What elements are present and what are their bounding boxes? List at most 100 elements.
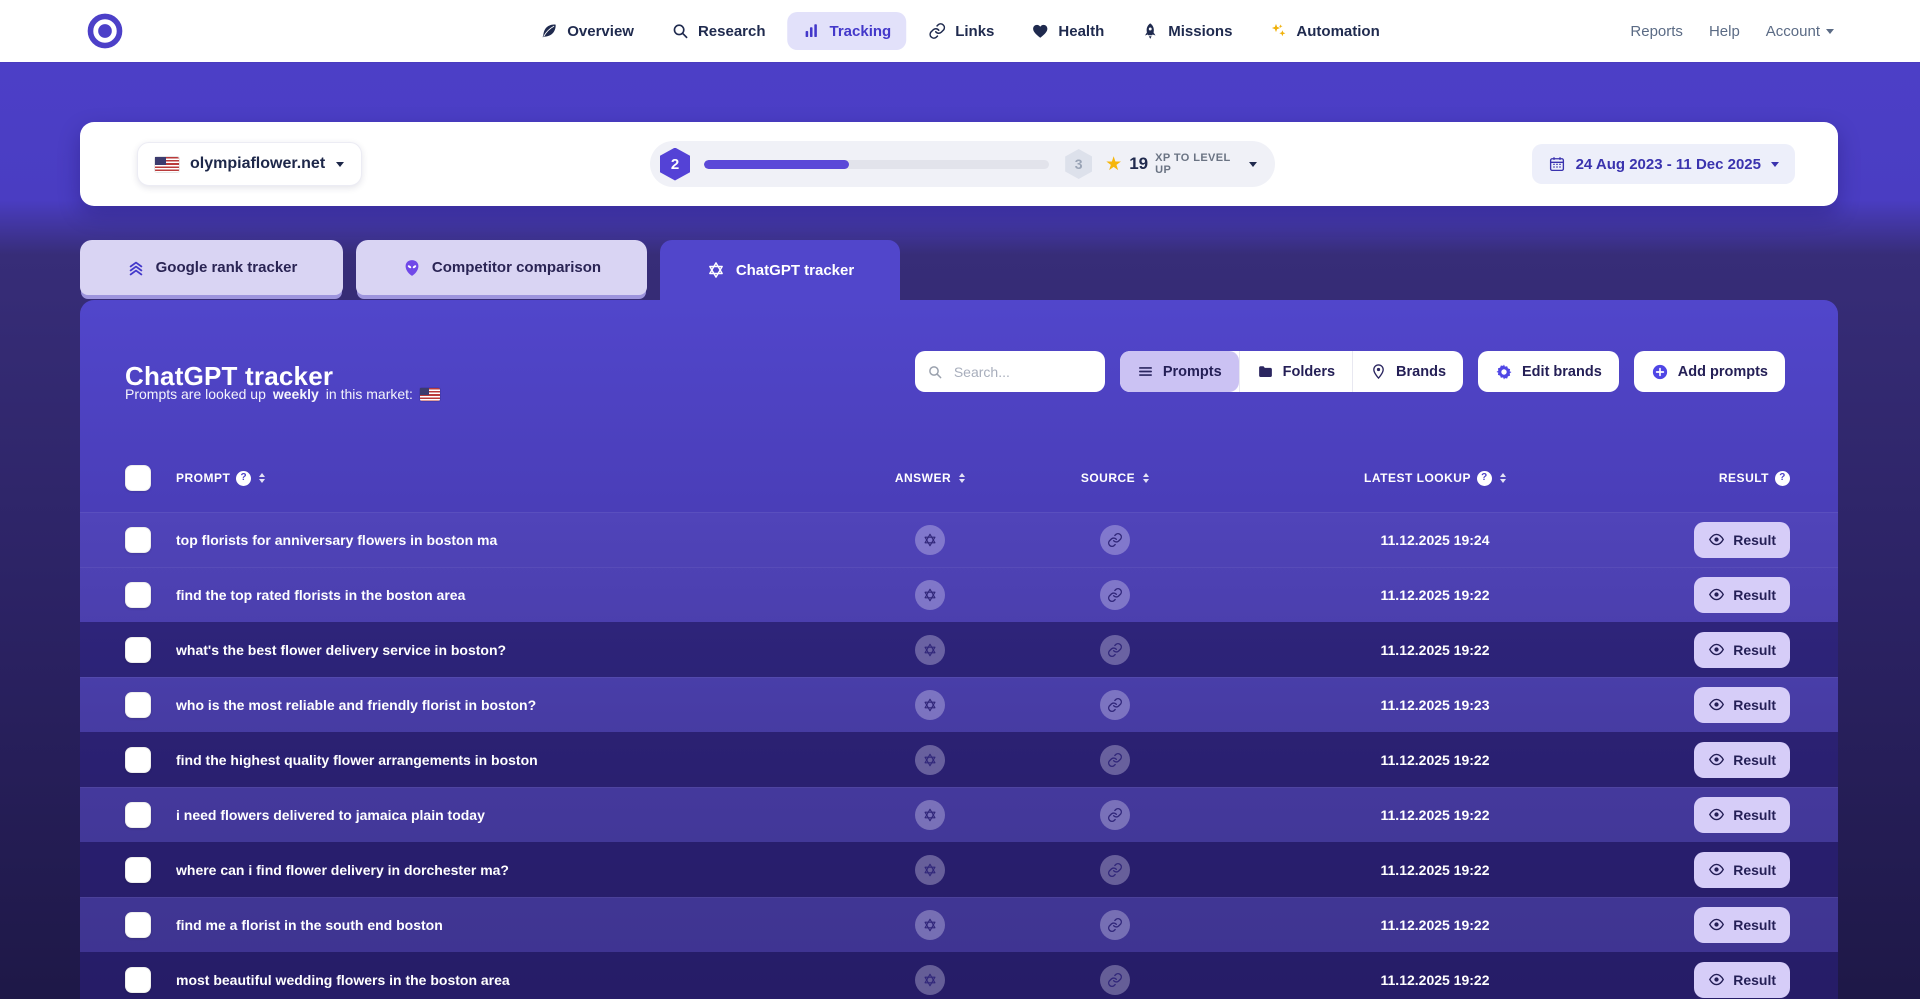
result-button-label: Result [1733, 697, 1776, 713]
eye-icon [1708, 696, 1725, 713]
sort-toggle[interactable] [1500, 473, 1506, 483]
eye-icon [1708, 861, 1725, 878]
result-button[interactable]: Result [1694, 907, 1790, 943]
brand-logo-icon[interactable] [84, 10, 126, 52]
sort-toggle[interactable] [1143, 473, 1149, 483]
prompt-text: i need flowers delivered to jamaica plai… [170, 807, 845, 823]
chatgpt-answer-icon[interactable] [915, 690, 945, 720]
date-range-picker[interactable]: 24 Aug 2023 - 11 Dec 2025 [1532, 144, 1795, 184]
source-link-icon[interactable] [1100, 525, 1130, 555]
result-button[interactable]: Result [1694, 632, 1790, 668]
reports-link[interactable]: Reports [1630, 23, 1683, 40]
result-button-label: Result [1733, 587, 1776, 603]
chatgpt-answer-icon[interactable] [915, 965, 945, 995]
eye-icon [1708, 916, 1725, 933]
eye-icon [1708, 806, 1725, 823]
result-button[interactable]: Result [1694, 522, 1790, 558]
source-link-icon[interactable] [1100, 635, 1130, 665]
col-header-result: RESULT [1719, 471, 1769, 485]
openai-icon [706, 260, 726, 280]
chatgpt-answer-icon[interactable] [915, 910, 945, 940]
chatgpt-tracker-panel: ChatGPT tracker Prompts are looked up we… [80, 300, 1838, 999]
source-link-icon[interactable] [1100, 800, 1130, 830]
prompt-text: find the top rated florists in the bosto… [170, 587, 845, 603]
result-button-label: Result [1733, 917, 1776, 933]
tab-chatgpt-tracker[interactable]: ChatGPT tracker [660, 240, 900, 300]
latest-lookup-time: 11.12.2025 19:22 [1215, 642, 1655, 658]
chevron-down-icon [1771, 162, 1779, 167]
prompt-text: find me a florist in the south end bosto… [170, 917, 845, 933]
source-link-icon[interactable] [1100, 910, 1130, 940]
tab-google-rank-tracker[interactable]: Google rank tracker [80, 240, 343, 295]
table-row: find me a florist in the south end bosto… [80, 897, 1838, 952]
source-link-icon[interactable] [1100, 855, 1130, 885]
chatgpt-answer-icon[interactable] [915, 580, 945, 610]
chatgpt-answer-icon[interactable] [915, 745, 945, 775]
view-folders[interactable]: Folders [1239, 351, 1352, 392]
row-checkbox[interactable] [125, 747, 151, 773]
latest-lookup-time: 11.12.2025 19:22 [1215, 752, 1655, 768]
list-icon [1137, 363, 1154, 380]
chatgpt-answer-icon[interactable] [915, 800, 945, 830]
row-checkbox[interactable] [125, 967, 151, 993]
source-link-icon[interactable] [1100, 745, 1130, 775]
source-link-icon[interactable] [1100, 580, 1130, 610]
row-checkbox[interactable] [125, 582, 151, 608]
help-icon[interactable]: ? [1477, 471, 1492, 486]
source-link-icon[interactable] [1100, 965, 1130, 995]
nav-item-overview[interactable]: Overview [525, 12, 649, 50]
link-icon [928, 22, 946, 40]
folder-icon [1257, 363, 1274, 380]
xp-progress-track [704, 160, 1049, 169]
table-row: find the highest quality flower arrangem… [80, 732, 1838, 787]
result-button[interactable]: Result [1694, 687, 1790, 723]
nav-item-automation[interactable]: Automation [1254, 12, 1394, 50]
help-icon[interactable]: ? [236, 471, 251, 486]
sort-toggle[interactable] [259, 473, 265, 483]
chatgpt-answer-icon[interactable] [915, 525, 945, 555]
latest-lookup-time: 11.12.2025 19:22 [1215, 917, 1655, 933]
select-all-checkbox[interactable] [125, 465, 151, 491]
row-checkbox[interactable] [125, 692, 151, 718]
nav-item-label: Research [698, 23, 766, 40]
row-checkbox[interactable] [125, 637, 151, 663]
edit-brands-button[interactable]: Edit brands [1478, 351, 1619, 392]
chatgpt-answer-icon[interactable] [915, 855, 945, 885]
row-checkbox[interactable] [125, 527, 151, 553]
prompt-text: find the highest quality flower arrangem… [170, 752, 845, 768]
source-link-icon[interactable] [1100, 690, 1130, 720]
nav-item-tracking[interactable]: Tracking [788, 12, 907, 50]
table-row: what's the best flower delivery service … [80, 622, 1838, 677]
search-input[interactable] [952, 363, 1093, 381]
row-checkbox[interactable] [125, 857, 151, 883]
nav-item-research[interactable]: Research [656, 12, 781, 50]
account-menu[interactable]: Account [1766, 23, 1834, 40]
domain-selector[interactable]: olympiaflower.net [137, 142, 362, 186]
chatgpt-answer-icon[interactable] [915, 635, 945, 665]
view-brands[interactable]: Brands [1352, 351, 1463, 392]
next-level-badge: 3 [1065, 149, 1092, 179]
nav-item-links[interactable]: Links [913, 12, 1009, 50]
xp-progress-widget[interactable]: 2 3 ★ 19 XP TO LEVEL UP [650, 141, 1275, 187]
result-button[interactable]: Result [1694, 962, 1790, 998]
add-prompts-button[interactable]: Add prompts [1634, 351, 1785, 392]
top-navigation-bar: Overview Research Tracking Links Health … [0, 0, 1920, 62]
result-button[interactable]: Result [1694, 797, 1790, 833]
tab-competitor-comparison[interactable]: Competitor comparison [356, 240, 647, 295]
result-button[interactable]: Result [1694, 742, 1790, 778]
nav-item-label: Missions [1168, 23, 1232, 40]
help-icon[interactable]: ? [1775, 471, 1790, 486]
row-checkbox[interactable] [125, 912, 151, 938]
nav-item-missions[interactable]: Missions [1126, 12, 1247, 50]
view-prompts[interactable]: Prompts [1120, 351, 1239, 392]
us-flag-icon [155, 157, 179, 172]
xp-progress-fill [704, 160, 849, 169]
sort-toggle[interactable] [959, 473, 965, 483]
help-link[interactable]: Help [1709, 23, 1740, 40]
tab-label: ChatGPT tracker [736, 262, 854, 279]
nav-item-health[interactable]: Health [1016, 12, 1119, 50]
latest-lookup-time: 11.12.2025 19:22 [1215, 587, 1655, 603]
row-checkbox[interactable] [125, 802, 151, 828]
result-button[interactable]: Result [1694, 577, 1790, 613]
result-button[interactable]: Result [1694, 852, 1790, 888]
